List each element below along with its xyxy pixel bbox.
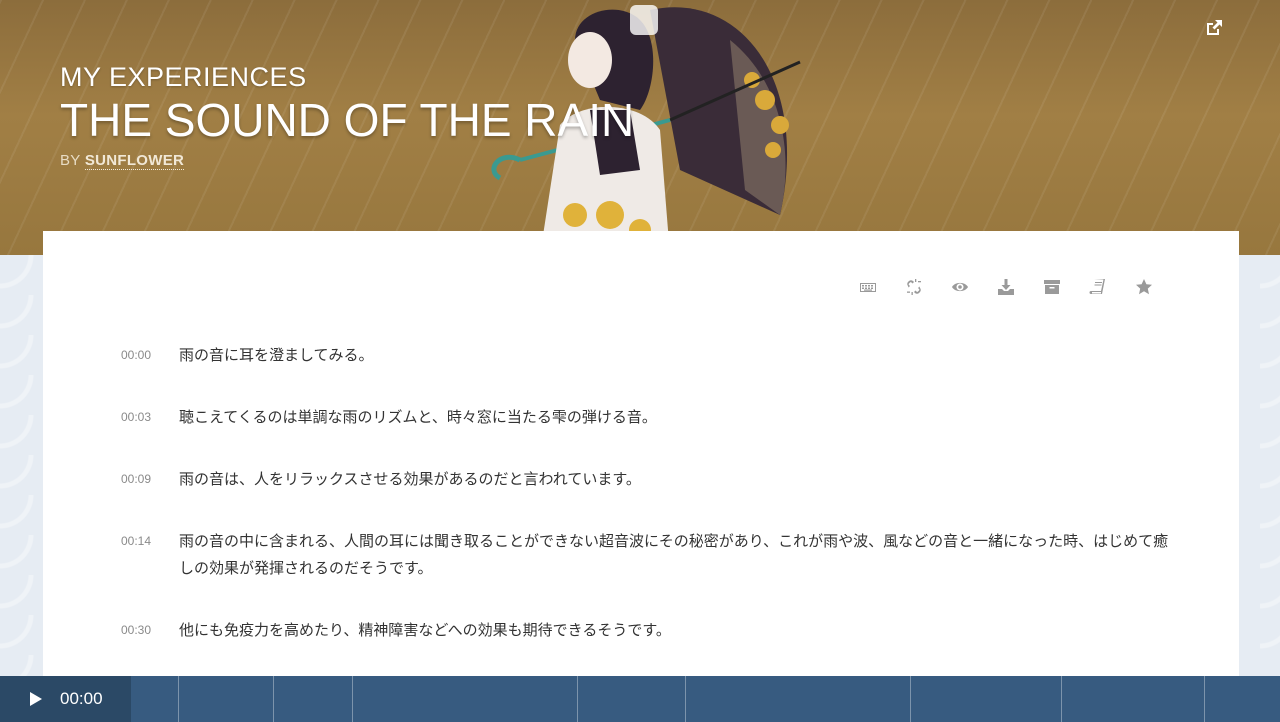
segment-marker: [178, 676, 179, 722]
unlink-icon: [907, 279, 921, 295]
toolbar: [845, 275, 1167, 299]
external-link-icon[interactable]: [1204, 18, 1224, 38]
star-icon: [1136, 279, 1152, 295]
preview-button[interactable]: [937, 275, 983, 299]
keyboard-shortcuts-button[interactable]: [845, 275, 891, 299]
byline-prefix: BY: [60, 152, 81, 169]
byline: BY SUNFLOWER: [60, 152, 634, 170]
keyboard-icon: [860, 283, 876, 292]
hero-banner: MY EXPERIENCES THE SOUND OF THE RAIN BY …: [0, 0, 1280, 255]
author-link[interactable]: SUNFLOWER: [84, 152, 185, 170]
transcript-text[interactable]: 他にも免疫力を高めたり、精神障害などへの効果も期待できるそうです。: [179, 617, 671, 644]
current-time: 00:00: [60, 689, 103, 708]
download-button[interactable]: [983, 275, 1029, 299]
segment-marker: [352, 676, 353, 722]
transcript-text[interactable]: 雨の音は、人をリラックスさせる効果があるのだと言われています。: [179, 466, 641, 493]
transcript-line: 00:30 他にも免疫力を高めたり、精神障害などへの効果も期待できるそうです。: [121, 620, 1171, 644]
book-icon: [1089, 279, 1105, 294]
segment-marker: [1204, 676, 1205, 722]
transcript-card: 00:00 雨の音に耳を澄ましてみる。 00:03 聴こえてくるのは単調な雨のリ…: [43, 231, 1239, 722]
collection-title: MY EXPERIENCES: [60, 62, 307, 92]
archive-button[interactable]: [1029, 275, 1075, 299]
timestamp[interactable]: 00:03: [121, 407, 179, 431]
segment-marker: [910, 676, 911, 722]
story-title: THE SOUND OF THE RAIN: [60, 94, 635, 146]
segment-marker: [685, 676, 686, 722]
download-icon: [998, 279, 1014, 295]
transcript-text[interactable]: 雨の音に耳を澄ましてみる。: [179, 342, 374, 369]
book-button[interactable]: [1075, 275, 1121, 299]
archive-icon: [1044, 280, 1060, 294]
segment-marker: [577, 676, 578, 722]
transcript-line: 00:00 雨の音に耳を澄ましてみる。: [121, 345, 1171, 369]
transcript-text[interactable]: 雨の音の中に含まれる、人間の耳には聞き取ることができない超音波にその秘密があり、…: [179, 528, 1171, 582]
play-control: 00:00: [0, 676, 131, 722]
segment-marker: [1061, 676, 1062, 722]
timestamp[interactable]: 00:00: [121, 345, 179, 369]
segment-marker: [273, 676, 274, 722]
audio-player: 00:00: [0, 676, 1280, 722]
timestamp[interactable]: 00:30: [121, 620, 179, 644]
audio-timeline[interactable]: [131, 676, 1280, 722]
timestamp[interactable]: 00:09: [121, 469, 179, 493]
unlink-button[interactable]: [891, 275, 937, 299]
transcript-line: 00:03 聴こえてくるのは単調な雨のリズムと、時々窓に当たる雫の弾ける音。: [121, 407, 1171, 431]
eye-icon: [952, 282, 968, 292]
transcript-line: 00:14 雨の音の中に含まれる、人間の耳には聞き取ることができない超音波にその…: [121, 531, 1171, 582]
transcript-text[interactable]: 聴こえてくるのは単調な雨のリズムと、時々窓に当たる雫の弾ける音。: [179, 404, 657, 431]
hero-heading: MY EXPERIENCES THE SOUND OF THE RAIN BY …: [60, 62, 635, 170]
favorite-button[interactable]: [1121, 275, 1167, 299]
play-icon[interactable]: [28, 691, 44, 707]
timestamp[interactable]: 00:14: [121, 531, 179, 582]
transcript-line: 00:09 雨の音は、人をリラックスさせる効果があるのだと言われています。: [121, 469, 1171, 493]
transcript: 00:00 雨の音に耳を澄ましてみる。 00:03 聴こえてくるのは単調な雨のリ…: [121, 345, 1171, 682]
